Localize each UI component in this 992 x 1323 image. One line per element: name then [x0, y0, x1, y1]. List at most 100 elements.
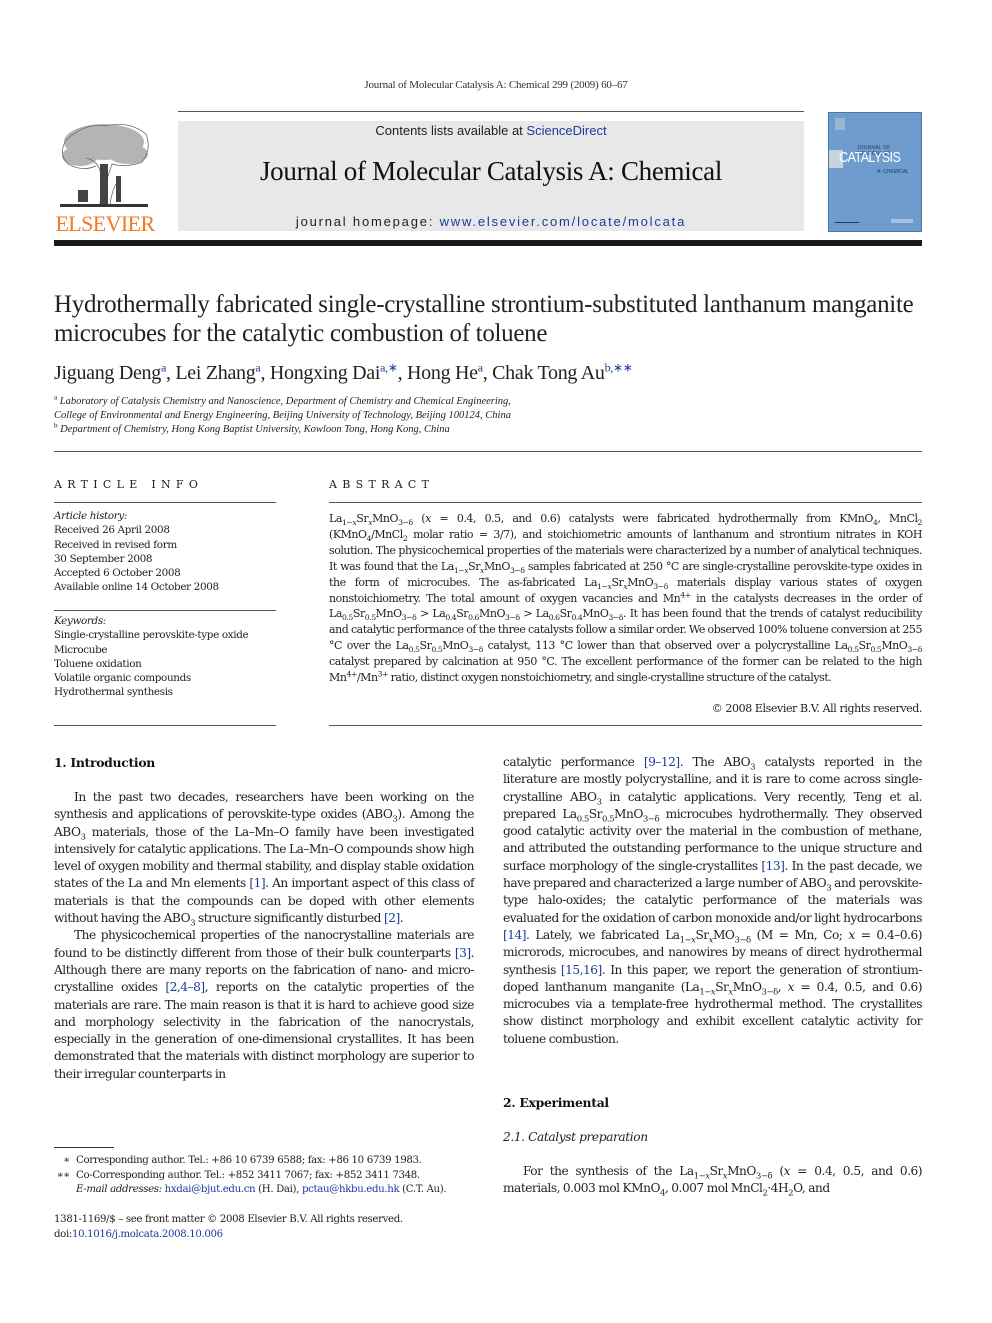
doi-prefix: doi: [54, 1228, 72, 1240]
keyword-item: Hydrothermal synthesis [54, 686, 173, 699]
doi-link[interactable]: 10.1016/j.molcata.2008.10.006 [72, 1229, 223, 1240]
homepage-prefix: journal homepage: [295, 214, 440, 229]
article-history: Article history: Received 26 April 2008 … [54, 509, 284, 595]
keyword-item: Volatile organic compounds [54, 672, 191, 685]
doi-line: doi:10.1016/j.molcata.2008.10.006 [54, 1228, 484, 1243]
author-affiliation-mark[interactable]: a [255, 360, 260, 374]
article-info-heading: ARTICLE INFO [54, 478, 204, 491]
reference-link[interactable]: [13] [761, 859, 785, 873]
journal-homepage: journal homepage: www.elsevier.com/locat… [178, 214, 804, 229]
cover-footer-right [891, 219, 913, 223]
paragraph: The physicochemical properties of the na… [54, 928, 475, 1081]
author[interactable]: Hongxing Daia,∗ [270, 360, 398, 384]
header-bottom-rule [54, 240, 922, 246]
history-item: Available online 14 October 2008 [54, 581, 219, 594]
reference-link[interactable]: [1] [249, 876, 265, 890]
experimental-heading: 2. Experimental [503, 1095, 609, 1110]
paragraph: In the past two decades, researchers hav… [54, 790, 475, 929]
abstract-body: La1−xSrxMnO3−δ (x = 0.4, 0.5, and 0.6) c… [329, 511, 923, 686]
elsevier-logo[interactable]: ELSEVIER [54, 120, 156, 236]
journal-cover-thumbnail[interactable]: JOURNAL OF MOLECULAR CATALYSIS A: CHEMIC… [828, 112, 922, 232]
keyword-item: Toluene oxidation [54, 657, 142, 670]
email-owner: (C.T. Au). [399, 1184, 447, 1195]
reference-link[interactable]: [2,4–8] [165, 980, 205, 994]
author[interactable]: Jiguang Denga [54, 360, 166, 384]
abstract-heading: ABSTRACT [329, 478, 435, 491]
affiliation-mark: a [54, 393, 58, 402]
homepage-link[interactable]: www.elsevier.com/locate/molcata [440, 214, 687, 229]
journal-title: Journal of Molecular Catalysis A: Chemic… [259, 156, 723, 186]
abstract-copyright: © 2008 Elsevier B.V. All rights reserved… [711, 702, 923, 715]
paragraph: For the synthesis of the La1−xSrxMnO3−δ … [503, 1164, 923, 1199]
keyword-item: Microcube [54, 643, 108, 656]
author-affiliation-mark[interactable]: a [161, 360, 166, 374]
footnote-co-corresponding: ∗∗ Co-Corresponding author. Tel.: +852 3… [54, 1169, 484, 1184]
article-history-label: Article history: [54, 510, 128, 522]
history-item: Received 26 April 2008 [54, 524, 170, 537]
affiliation-a: a Laboratory of Catalysis Chemistry and … [54, 393, 754, 409]
reference-link[interactable]: [15,16] [561, 963, 602, 977]
email-link[interactable]: pctau@hkbu.edu.hk [302, 1184, 400, 1195]
paragraph: catalytic performance [9–12]. The ABO3 c… [503, 755, 923, 1046]
catalyst-preparation-heading: 2.1. Catalyst preparation [503, 1130, 648, 1144]
author-affiliation-mark[interactable]: b,∗∗ [605, 360, 633, 374]
contents-prefix: Contents lists available at [375, 123, 527, 138]
author-affiliation-mark[interactable]: a [478, 360, 483, 374]
reference-link[interactable]: [3] [455, 946, 471, 960]
running-head: Journal of Molecular Catalysis A: Chemic… [364, 79, 628, 91]
email-link[interactable]: hxdai@bjut.edu.cn [165, 1184, 256, 1195]
footnote-mark: ∗∗ [56, 1169, 71, 1181]
footnote-text: Corresponding author. Tel.: +86 10 6739 … [76, 1155, 422, 1166]
front-matter: 1381-1169/$ – see front matter © 2008 El… [54, 1213, 484, 1242]
abstract-bottom-rule [329, 725, 922, 726]
experimental-column: For the synthesis of the La1−xSrxMnO3−δ … [503, 1163, 923, 1199]
keywords-label: Keywords: [54, 615, 106, 627]
footnote-corresponding: ∗ Corresponding author. Tel.: +86 10 673… [54, 1154, 484, 1169]
article-info-bottom-rule [54, 725, 276, 726]
reference-link[interactable]: [9–12] [644, 755, 680, 769]
affiliation-line: Laboratory of Catalysis Chemistry and Na… [59, 396, 511, 407]
keywords-rule [54, 610, 276, 611]
author-affiliation-mark[interactable]: a,∗ [380, 360, 398, 374]
affiliation-mark: b [54, 421, 58, 430]
affiliations: a Laboratory of Catalysis Chemistry and … [54, 393, 754, 437]
email-label: E-mail addresses: [76, 1184, 162, 1195]
sciencedirect-link[interactable]: ScienceDirect [526, 123, 606, 138]
history-item: Received in revised form [54, 538, 177, 551]
introduction-heading: 1. Introduction [54, 755, 155, 770]
cover-sub-text: A: CHEMICAL [877, 169, 909, 175]
keyword-item: Single-crystalline perovskite-type oxide [54, 629, 249, 642]
author[interactable]: Lei Zhanga [175, 360, 260, 384]
author-list: Jiguang Denga, Lei Zhanga, Hongxing Daia… [54, 360, 633, 384]
article-title: Hydrothermally fabricated single-crystal… [54, 291, 914, 347]
abstract-rule [329, 502, 922, 503]
affiliation-b: b Department of Chemistry, Hong Kong Bap… [54, 421, 754, 437]
abstract-text: La1−xSrxMnO3−δ (x = 0.4, 0.5, and 0.6) c… [329, 512, 923, 685]
reference-link[interactable]: [14] [503, 928, 527, 942]
footnote-rule [54, 1147, 114, 1148]
introduction-right-column: catalytic performance [9–12]. The ABO3 c… [503, 754, 923, 1048]
email-owner: (H. Dai), [255, 1184, 302, 1195]
cover-footer-left [835, 222, 859, 223]
footnote-mark: ∗ [63, 1155, 70, 1166]
affiliation-line: Department of Chemistry, Hong Kong Bapti… [60, 424, 450, 435]
affiliation-a-cont: College of Environmental and Energy Engi… [54, 409, 754, 423]
article-info-rule [54, 502, 276, 503]
reference-link[interactable]: [2] [384, 911, 400, 925]
cover-main-word: CATALYSIS [839, 149, 901, 166]
elsevier-tree-icon [60, 123, 149, 207]
affiliation-line: College of Environmental and Energy Engi… [54, 410, 511, 421]
keywords: Keywords: Single-crystalline perovskite-… [54, 614, 284, 700]
footnote-text: Co-Corresponding author. Tel.: +852 3411… [76, 1169, 420, 1181]
journal-banner: Contents lists available at ScienceDirec… [178, 121, 804, 231]
footnotes: ∗ Corresponding author. Tel.: +86 10 673… [54, 1154, 484, 1198]
header-top-rule [178, 111, 804, 112]
elsevier-wordmark: ELSEVIER [55, 211, 155, 236]
author[interactable]: Hong Hea [407, 360, 483, 384]
footnote-emails: E-mail addresses: hxdai@bjut.edu.cn (H. … [54, 1183, 484, 1198]
issn-line: 1381-1169/$ – see front matter © 2008 El… [54, 1214, 403, 1225]
history-item: 30 September 2008 [54, 552, 153, 565]
section-divider [54, 451, 922, 452]
author[interactable]: Chak Tong Aub,∗∗ [492, 360, 633, 384]
cover-publisher-mark [835, 118, 845, 130]
